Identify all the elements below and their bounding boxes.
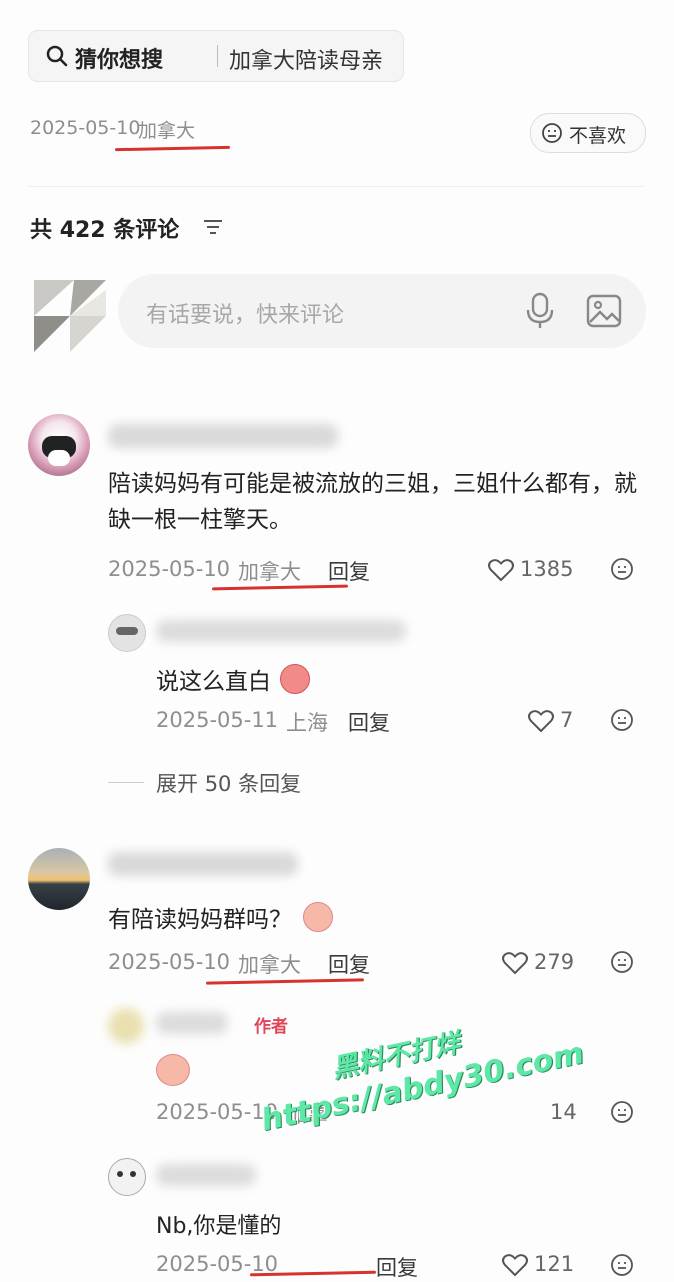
heart-icon[interactable] xyxy=(528,709,554,733)
expand-replies-button[interactable]: 展开 50 条回复 xyxy=(156,768,301,798)
neutral-face-icon[interactable] xyxy=(610,1253,634,1277)
peach-emoji-icon xyxy=(303,902,334,932)
reply-button[interactable]: 回复 xyxy=(328,949,370,979)
neutral-face-icon xyxy=(542,123,562,143)
microphone-icon[interactable] xyxy=(524,292,556,330)
author-badge: 作者 xyxy=(254,1017,288,1037)
reply-text: 说这么直白 xyxy=(156,669,271,695)
replier-avatar[interactable] xyxy=(108,1158,146,1196)
reply-button[interactable]: 回复 xyxy=(376,1252,418,1282)
reply-text: Nb,你是懂的 xyxy=(156,1214,282,1239)
commenter-name-blurred xyxy=(108,852,298,876)
reply-date: 2025-05-11 xyxy=(156,708,279,732)
replier-avatar-blurred[interactable] xyxy=(108,1008,144,1044)
search-query: 加拿大陪读母亲 xyxy=(229,49,384,74)
expand-count: 50 xyxy=(204,772,232,796)
dislike-button[interactable]: 不喜欢 xyxy=(530,113,646,153)
reply-location: 上海 xyxy=(286,711,328,735)
section-divider xyxy=(28,186,644,187)
search-prefix: 猜你想搜 xyxy=(75,48,164,73)
comment-text: 陪读妈妈有可能是被流放的三姐，三姐什么都有，就缺一根一柱擎天。 xyxy=(108,471,637,533)
comment-input[interactable]: 有话要说，快来评论 xyxy=(118,274,646,348)
comments-suffix: 条评论 xyxy=(113,218,180,243)
heart-icon[interactable] xyxy=(488,558,514,582)
comments-count-header: 共 422 条评论 xyxy=(30,212,179,244)
reply-button[interactable]: 回复 xyxy=(328,556,370,586)
search-icon xyxy=(46,45,68,67)
neutral-face-icon[interactable] xyxy=(610,708,634,732)
search-divider xyxy=(217,45,218,67)
expand-line xyxy=(108,782,144,783)
heart-icon[interactable] xyxy=(502,951,528,975)
expand-prefix: 展开 xyxy=(156,772,198,796)
commenter-name-blurred xyxy=(108,424,338,448)
neutral-face-icon[interactable] xyxy=(610,557,634,581)
annotation-underline xyxy=(211,584,349,591)
commenter-avatar[interactable] xyxy=(28,414,90,476)
user-avatar xyxy=(34,280,106,352)
replier-name-blurred xyxy=(156,1164,256,1186)
reply-button[interactable]: 回复 xyxy=(348,707,390,737)
image-icon[interactable] xyxy=(586,294,622,328)
post-location: 加拿大 xyxy=(138,120,196,142)
annotation-underline xyxy=(205,978,365,985)
replier-name-blurred xyxy=(156,1012,228,1034)
comment-input-placeholder: 有话要说，快来评论 xyxy=(146,303,345,328)
comment-date: 2025-05-10 xyxy=(108,950,231,974)
replier-name-blurred xyxy=(156,620,406,642)
search-suggestion[interactable]: 猜你想搜 加拿大陪读母亲 xyxy=(28,30,404,82)
comment-date: 2025-05-10 xyxy=(108,557,231,581)
comments-count: 422 xyxy=(59,218,106,243)
like-count: 14 xyxy=(550,1100,577,1124)
watermark: 黑料不打烊 https://abdy30.com xyxy=(250,995,598,1138)
commenter-avatar[interactable] xyxy=(28,848,90,910)
comment-location: 加拿大 xyxy=(238,953,301,977)
like-count: 7 xyxy=(560,708,574,732)
post-date: 2025-05-10 xyxy=(30,117,141,139)
like-count: 1385 xyxy=(520,557,574,581)
reply-text-row: 说这么直白 xyxy=(156,662,311,696)
replier-avatar[interactable] xyxy=(108,614,146,652)
neutral-face-icon[interactable] xyxy=(610,950,634,974)
sticker-emoji-icon xyxy=(156,1054,190,1086)
neutral-face-icon[interactable] xyxy=(610,1100,634,1124)
comment-text-row: 有陪读妈妈群吗？ xyxy=(108,900,334,934)
like-count: 121 xyxy=(534,1252,575,1276)
crying-emoji-icon xyxy=(280,664,311,694)
comment-text: 有陪读妈妈群吗？ xyxy=(108,907,292,933)
expand-suffix: 条回复 xyxy=(238,772,302,796)
dislike-label: 不喜欢 xyxy=(569,125,627,147)
annotation-underline xyxy=(114,145,231,152)
sort-icon[interactable] xyxy=(202,217,224,237)
like-count: 279 xyxy=(534,950,575,974)
comments-prefix: 共 xyxy=(30,218,53,243)
heart-icon[interactable] xyxy=(502,1253,528,1277)
comment-location: 加拿大 xyxy=(238,560,301,584)
